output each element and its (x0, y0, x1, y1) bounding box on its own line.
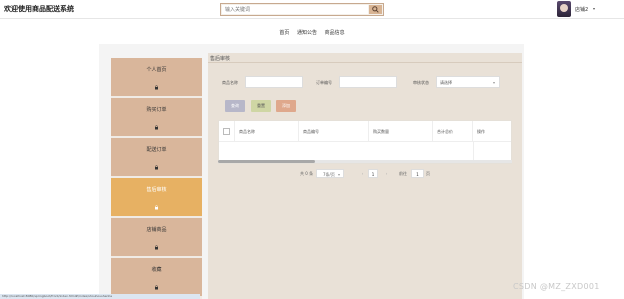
chevron-down-icon: ▾ (492, 80, 495, 85)
page-label: 页 (426, 171, 430, 176)
lock-icon (155, 85, 158, 90)
search-box (220, 3, 384, 16)
sidebar-item-delivery-orders[interactable]: 配送订单 (111, 138, 202, 177)
prev-page-button[interactable]: ‹ (358, 169, 367, 178)
sidebar-item-label: 收藏 (151, 267, 162, 273)
sidebar-item-label: 配送订单 (146, 147, 167, 153)
lock-icon (155, 245, 158, 250)
nav-notices[interactable]: 通知公告 (297, 29, 317, 36)
column-header: 商品名称 (235, 121, 299, 141)
add-button[interactable]: 添加 (276, 100, 296, 112)
audit-status-select[interactable]: 请选择 ▾ (436, 76, 500, 88)
nav-home[interactable]: 首页 (279, 29, 289, 36)
sidebar-item-purchase-orders[interactable]: 购买订单 (111, 98, 202, 137)
browser-status-url: http://localhost:8080/springboot/front/i… (0, 294, 200, 299)
divider (208, 62, 522, 63)
search-button[interactable] (369, 5, 382, 14)
sidebar-item-after-sales[interactable]: 售后审核 (111, 178, 202, 217)
order-no-input[interactable] (339, 76, 397, 88)
app-title: 欢迎使用商品配送系统 (4, 5, 74, 13)
sidebar-item-label: 店铺商品 (146, 227, 167, 233)
sidebar-item-profile[interactable]: 个人首页 (111, 58, 202, 97)
reset-button[interactable]: 重置 (251, 100, 271, 112)
divider (219, 141, 511, 142)
scrollbar-thumb[interactable] (218, 160, 315, 163)
page-size-select[interactable]: 7条/页 ▾ (316, 169, 344, 178)
page-number-current[interactable]: 1 (368, 169, 378, 178)
product-name-input[interactable] (245, 76, 303, 88)
sidebar-item-label: 个人首页 (146, 67, 167, 73)
pagination-total: 共 0 条 (300, 171, 314, 176)
chevron-down-icon: ▾ (337, 172, 340, 177)
audit-status-label: 审核状态 (413, 80, 429, 85)
lock-icon (155, 205, 158, 210)
search-input[interactable] (222, 5, 368, 14)
sidebar-item-label: 售后审核 (146, 187, 167, 193)
nav-products[interactable]: 商品信息 (325, 29, 345, 36)
data-table: 商品名称 商品编号 购买数量 合计总价 操作 (218, 120, 512, 164)
main-panel: 售后审核 商品名称 订单编号 审核状态 请选择 ▾ 查询 重置 添加 商品名称 … (208, 53, 522, 299)
lock-icon (155, 125, 158, 130)
select-all-checkbox[interactable] (219, 121, 235, 141)
avatar[interactable] (557, 1, 571, 17)
next-page-button[interactable]: › (382, 169, 391, 178)
sidebar-item-favorites[interactable]: 收藏 (111, 258, 202, 297)
column-header: 购买数量 (369, 121, 433, 141)
page-title: 售后审核 (210, 56, 231, 62)
column-header: 商品编号 (299, 121, 369, 141)
sidebar: 个人首页 购买订单 配送订单 售后审核 店铺商品 收藏 (111, 58, 202, 299)
order-no-label: 订单编号 (316, 80, 332, 85)
header: 欢迎使用商品配送系统 店铺2 ▾ (0, 0, 624, 19)
audit-status-value: 请选择 (440, 80, 452, 85)
lock-icon (155, 165, 158, 170)
user-name[interactable]: 店铺2 (575, 6, 588, 13)
top-nav: 首页 通知公告 商品信息 (0, 29, 624, 36)
column-header: 操作 (477, 129, 485, 134)
sidebar-item-store-products[interactable]: 店铺商品 (111, 218, 202, 257)
column-header: 合计总价 (433, 121, 473, 141)
watermark: CSDN @MZ_ZXD001 (513, 282, 600, 291)
chevron-down-icon[interactable]: ▾ (593, 6, 595, 11)
jump-page-input[interactable]: 1 (411, 169, 424, 178)
search-button[interactable]: 查询 (225, 100, 245, 112)
product-name-label: 商品名称 (222, 80, 238, 85)
search-icon (372, 6, 379, 13)
goto-label: 前往 (399, 171, 407, 176)
sidebar-item-label: 购买订单 (146, 107, 167, 113)
page-size-value: 7条/页 (323, 172, 335, 177)
lock-icon (155, 285, 158, 290)
